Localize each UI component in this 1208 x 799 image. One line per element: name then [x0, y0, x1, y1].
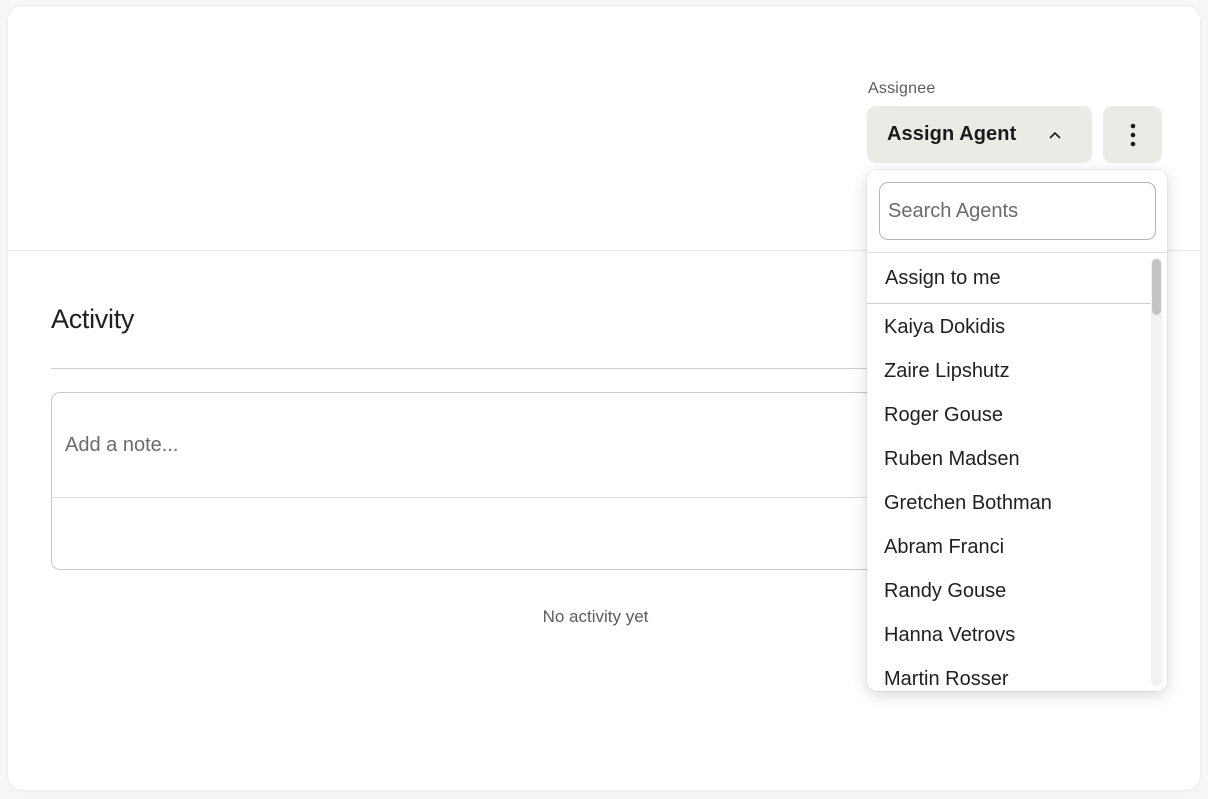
- dropdown-search-divider: [867, 252, 1167, 253]
- activity-title: Activity: [51, 304, 135, 334]
- assign-agent-button-label: Assign Agent: [887, 123, 1017, 145]
- agent-option[interactable]: Gretchen Bothman: [867, 481, 1151, 525]
- assign-agent-button[interactable]: Assign Agent: [867, 106, 1092, 163]
- agent-list: Kaiya Dokidis Zaire Lipshutz Roger Gouse…: [867, 305, 1151, 691]
- assignee-label: Assignee: [868, 80, 936, 97]
- agent-option[interactable]: Abram Franci: [867, 525, 1151, 569]
- more-vertical-icon: [1130, 123, 1135, 146]
- agent-option[interactable]: Zaire Lipshutz: [867, 349, 1151, 393]
- search-agents-input[interactable]: [879, 182, 1156, 240]
- agent-option[interactable]: Martin Rosser: [867, 657, 1151, 691]
- chevron-up-icon: [1049, 132, 1061, 139]
- agent-option[interactable]: Randy Gouse: [867, 569, 1151, 613]
- assign-to-me-divider: [867, 303, 1151, 304]
- agent-list-scrollbar[interactable]: [1151, 258, 1162, 686]
- assign-agent-dropdown: Assign to me Kaiya Dokidis Zaire Lipshut…: [867, 170, 1167, 691]
- more-options-button[interactable]: [1103, 106, 1162, 163]
- assign-to-me-option[interactable]: Assign to me: [867, 254, 1151, 302]
- agent-option[interactable]: Roger Gouse: [867, 393, 1151, 437]
- agent-list-scrollbar-thumb[interactable]: [1152, 259, 1161, 315]
- agent-option[interactable]: Kaiya Dokidis: [867, 305, 1151, 349]
- agent-option[interactable]: Ruben Madsen: [867, 437, 1151, 481]
- agent-option[interactable]: Hanna Vetrovs: [867, 613, 1151, 657]
- search-agents-wrapper: [879, 182, 1156, 240]
